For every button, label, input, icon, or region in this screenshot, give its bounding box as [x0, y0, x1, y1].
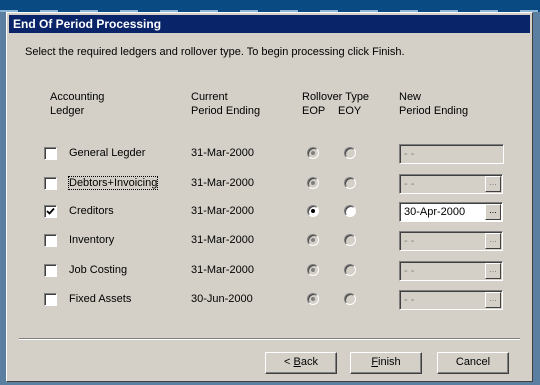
- new-period-value: - -: [404, 265, 415, 277]
- ledger-row: Job Costing 31-Mar-2000 - -...: [7, 260, 532, 282]
- header-new-period: New Period Ending: [399, 91, 469, 117]
- eop-radio[interactable]: [307, 264, 319, 276]
- current-period-date: 30-Jun-2000: [191, 293, 253, 305]
- new-period-value: - -: [404, 235, 415, 247]
- new-period-field[interactable]: 30-Apr-2000...: [399, 202, 503, 222]
- ledger-label: Inventory: [69, 234, 115, 246]
- ledger-row: Creditors 31-Mar-2000 30-Apr-2000...: [7, 201, 532, 223]
- new-period-value: - -: [404, 148, 415, 160]
- ledger-checkbox[interactable]: [44, 234, 57, 247]
- new-period-value: - -: [404, 294, 415, 306]
- current-period-date: 31-Mar-2000: [191, 147, 254, 159]
- header-eoy: EOY: [338, 105, 362, 117]
- radio-dot: [311, 181, 315, 185]
- eoy-radio[interactable]: [344, 147, 356, 159]
- new-period-field[interactable]: - -...: [399, 231, 503, 251]
- finish-button[interactable]: Finish: [350, 352, 422, 374]
- eop-radio[interactable]: [307, 147, 319, 159]
- new-period-field[interactable]: - -...: [399, 290, 503, 310]
- eop-radio[interactable]: [307, 293, 319, 305]
- date-picker-button[interactable]: ...: [485, 204, 501, 220]
- eoy-radio[interactable]: [344, 205, 356, 217]
- new-period-value: 30-Apr-2000: [404, 206, 466, 218]
- ledger-row: Debtors+Invoicing 31-Mar-2000 - -...: [7, 173, 532, 195]
- cancel-button[interactable]: Cancel: [437, 352, 509, 374]
- header-current-period: Current Period Ending: [191, 91, 261, 117]
- background-app-strip: [0, 0, 540, 12]
- new-period-field[interactable]: - -...: [399, 174, 503, 194]
- eoy-radio[interactable]: [344, 234, 356, 246]
- eoy-radio[interactable]: [344, 293, 356, 305]
- eop-radio[interactable]: [307, 205, 319, 217]
- ledger-label: Job Costing: [69, 264, 128, 276]
- checkmark-icon: [46, 207, 55, 215]
- date-picker-button[interactable]: ...: [485, 176, 501, 192]
- back-button[interactable]: < Back: [265, 352, 337, 374]
- ledger-label: Creditors: [69, 205, 114, 217]
- current-period-date: 31-Mar-2000: [191, 234, 254, 246]
- eoy-radio[interactable]: [344, 264, 356, 276]
- header-eop: EOP: [302, 105, 326, 117]
- ledger-label: General Legder: [69, 147, 146, 159]
- date-picker-button[interactable]: ...: [485, 292, 501, 308]
- eoy-radio[interactable]: [344, 177, 356, 189]
- ledger-label: Fixed Assets: [69, 293, 132, 305]
- ledger-checkbox[interactable]: [44, 293, 57, 306]
- radio-dot: [311, 268, 315, 272]
- ledger-row: General Legder 31-Mar-2000 - -: [7, 143, 532, 165]
- instruction-text: Select the required ledgers and rollover…: [25, 46, 405, 58]
- radio-dot: [311, 209, 315, 213]
- ledger-checkbox[interactable]: [44, 264, 57, 277]
- header-rollover-type: Rollover Type: [302, 91, 370, 103]
- ledger-label: Debtors+Invoicing: [67, 176, 159, 190]
- new-period-value: - -: [404, 178, 415, 190]
- current-period-date: 31-Mar-2000: [191, 177, 254, 189]
- new-period-field[interactable]: - -: [399, 144, 504, 164]
- ledger-checkbox[interactable]: [44, 205, 57, 218]
- current-period-date: 31-Mar-2000: [191, 205, 254, 217]
- ledger-row: Fixed Assets 30-Jun-2000 - -...: [7, 289, 532, 311]
- dialog-title: End Of Period Processing: [9, 15, 530, 33]
- radio-dot: [311, 151, 315, 155]
- current-period-date: 31-Mar-2000: [191, 264, 254, 276]
- new-period-field[interactable]: - -...: [399, 261, 503, 281]
- date-picker-button[interactable]: ...: [485, 263, 501, 279]
- eop-radio[interactable]: [307, 234, 319, 246]
- ledger-row: Inventory 31-Mar-2000 - -...: [7, 230, 532, 252]
- end-of-period-dialog: End Of Period Processing Select the requ…: [6, 12, 533, 382]
- radio-dot: [311, 238, 315, 242]
- ledger-checkbox[interactable]: [44, 147, 57, 160]
- date-picker-button[interactable]: ...: [485, 233, 501, 249]
- ledger-checkbox[interactable]: [44, 177, 57, 190]
- radio-dot: [311, 297, 315, 301]
- separator: [19, 338, 520, 340]
- header-accounting-ledger: Accounting Ledger: [50, 91, 105, 117]
- eop-radio[interactable]: [307, 177, 319, 189]
